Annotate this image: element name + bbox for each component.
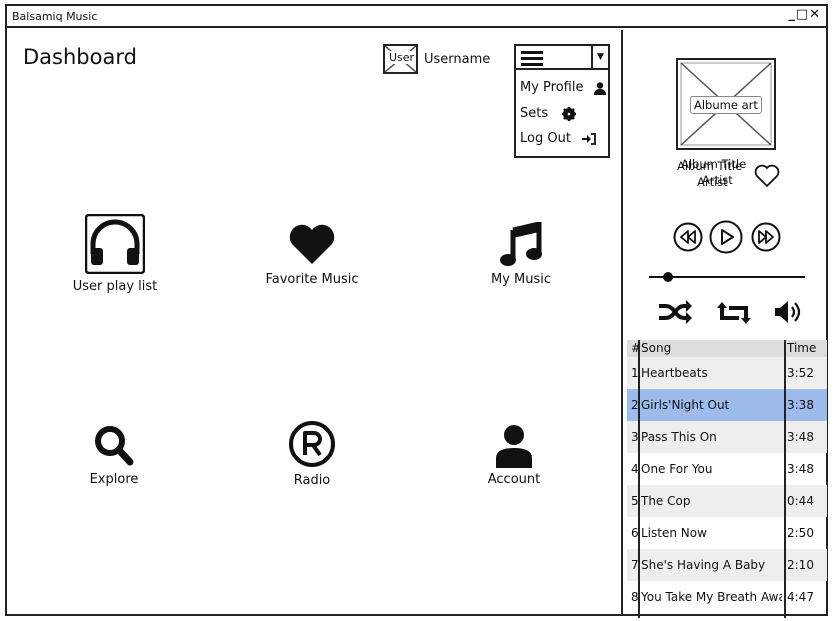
title-bar: Balsamiq Music _□✕: [7, 6, 826, 28]
tile-my-music[interactable]: My Music: [446, 220, 596, 300]
cell-time: 2:50: [787, 526, 814, 540]
table-row[interactable]: 4 One For You 3:48: [627, 453, 827, 485]
user-thumb-label: User: [388, 51, 416, 64]
heart-outline-icon[interactable]: [754, 164, 780, 188]
window-controls[interactable]: _□✕: [788, 7, 821, 22]
table-row[interactable]: 1 Heartbeats 3:52: [627, 357, 827, 389]
cell-time: 3:52: [787, 366, 814, 380]
cell-time: 2:10: [787, 558, 814, 572]
album-title-overlap: Album Title: [681, 157, 747, 171]
menu-item-sets[interactable]: Sets: [520, 106, 576, 121]
artist-name-overlap: Artist: [702, 173, 733, 187]
cell-song: Listen Now: [641, 526, 707, 540]
cell-time: 3:48: [787, 430, 814, 444]
repeat-icon[interactable]: [717, 300, 751, 326]
registered-icon: [289, 421, 335, 467]
tile-label: Explore: [89, 472, 139, 487]
table-row[interactable]: 3 Pass This On 3:48: [627, 421, 827, 453]
menu-item-label: My Profile: [520, 80, 584, 95]
playlist-header: # Song Time: [627, 340, 827, 357]
cell-song: Pass This On: [641, 430, 717, 444]
user-avatar[interactable]: User: [383, 44, 418, 74]
tile-favorite-music[interactable]: Favorite Music: [237, 220, 387, 300]
music-note-icon: [500, 222, 542, 266]
cell-song: One For You: [641, 462, 713, 476]
player-panel: Albume art Album Title Album Title Artis…: [621, 30, 827, 618]
table-row[interactable]: 2 Girls'Night Out 3:38: [627, 389, 827, 421]
username[interactable]: Username: [424, 52, 490, 67]
menu-item-label: Log Out: [520, 131, 571, 146]
col-header-song[interactable]: Song: [641, 341, 782, 355]
cell-song: You Take My Breath Away: [641, 590, 782, 604]
chevron-down-icon[interactable]: ▼: [591, 46, 608, 68]
tile-label: Account: [487, 472, 541, 487]
heart-icon: [289, 224, 335, 264]
search-icon: [95, 426, 134, 466]
window-title: Balsamiq Music: [12, 10, 98, 23]
shuffle-icon[interactable]: [657, 298, 693, 326]
cell-time: 3:48: [787, 462, 814, 476]
album-art-label: Albume art: [690, 96, 762, 114]
play-button[interactable]: [709, 220, 743, 254]
menu-item-my-profile[interactable]: My Profile: [520, 80, 606, 95]
headphones-icon: [85, 214, 145, 274]
cell-time: 0:44: [787, 494, 814, 508]
progress-slider[interactable]: [647, 270, 807, 284]
table-row[interactable]: 6 Listen Now 2:50: [627, 517, 827, 549]
cell-time: 3:38: [787, 398, 814, 412]
cell-song: The Cop: [641, 494, 691, 508]
rewind-button[interactable]: [673, 222, 703, 252]
slider-thumb[interactable]: [663, 272, 674, 282]
table-row[interactable]: 8 You Take My Breath Away 4:47: [627, 581, 827, 613]
table-row[interactable]: 5 The Cop 0:44: [627, 485, 827, 517]
table-row[interactable]: 7 She's Having A Baby 2:10: [627, 549, 827, 581]
tile-label: Favorite Music: [265, 272, 359, 287]
app-window: Balsamiq Music _□✕ Dashboard User Userna…: [5, 4, 828, 618]
user-icon: [594, 82, 606, 95]
playlist-table: # Song Time 1 Heartbeats 3:52 2 Girls'Night …: [627, 340, 827, 618]
tile-account[interactable]: Account: [439, 422, 589, 502]
menu-button[interactable]: ▼: [514, 44, 610, 70]
cell-song: Heartbeats: [641, 366, 708, 380]
col-header-time[interactable]: Time: [787, 341, 816, 355]
sign-in-icon: [582, 133, 596, 145]
tile-explore[interactable]: Explore: [39, 422, 189, 502]
menu-item-log-out[interactable]: Log Out: [520, 131, 596, 146]
tile-user-play-list[interactable]: User play list: [40, 214, 190, 304]
main-area: Dashboard User Username ▼ My Profile Set…: [7, 30, 621, 616]
gear-icon: [562, 107, 576, 121]
cell-song: She's Having A Baby: [641, 558, 766, 572]
dropdown-menu: My Profile Sets Log Out: [514, 70, 610, 158]
tile-label: User play list: [72, 279, 158, 294]
album-art: Albume art: [676, 58, 776, 150]
user-icon: [496, 425, 532, 468]
tile-radio[interactable]: Radio: [237, 420, 387, 500]
tile-label: Radio: [293, 473, 331, 488]
fast-forward-button[interactable]: [751, 222, 781, 252]
hamburger-icon: [521, 51, 543, 66]
cell-time: 4:47: [787, 590, 814, 604]
menu-item-label: Sets: [520, 106, 549, 121]
column-divider: [638, 340, 640, 618]
cell-song: Girls'Night Out: [641, 398, 730, 412]
column-divider: [784, 340, 786, 618]
volume-icon[interactable]: [773, 298, 807, 326]
tile-label: My Music: [490, 272, 552, 287]
page-title: Dashboard: [23, 45, 137, 69]
